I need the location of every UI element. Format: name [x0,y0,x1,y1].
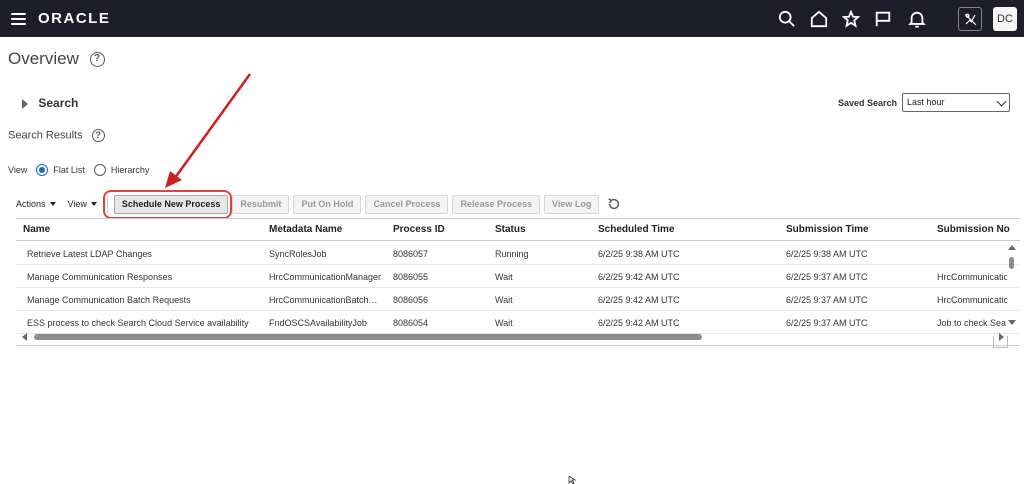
search-icon[interactable] [776,8,798,30]
table-row[interactable]: Manage Communication Responses HrcCommun… [16,265,1020,288]
table-horizontal-scrollbar[interactable] [20,333,1010,341]
cell-scheduled-time: 6/2/25 9:42 AM UTC [598,272,680,282]
column-header-scheduled-time[interactable]: Scheduled Time [598,224,675,235]
cell-process-id: 8086057 [393,249,429,259]
chevron-down-icon [996,96,1007,107]
view-menu[interactable]: View [68,199,97,209]
table-resize-corner[interactable] [993,336,1008,348]
caret-down-icon [49,202,56,206]
table-row[interactable]: Retrieve Latest LDAP Changes SyncRolesJo… [16,242,1020,265]
cell-status: Wait [495,295,513,305]
table-row[interactable]: ESS process to check Search Cloud Servic… [16,311,1020,334]
results-toolbar: Actions View Schedule New Process Resubm… [16,194,621,214]
actions-menu[interactable]: Actions [16,199,56,209]
cell-process-id: 8086055 [393,272,429,282]
flat-list-radio[interactable] [36,164,49,176]
expand-triangle-icon [22,98,28,109]
cell-name: ESS process to check Search Cloud Servic… [27,318,249,328]
cell-submission-notes: HrcCommunicatio [937,272,1007,282]
cancel-process-button[interactable]: Cancel Process [365,194,449,214]
cell-submission-time: 6/2/25 9:38 AM UTC [786,249,868,259]
cell-submission-time: 6/2/25 9:37 AM UTC [786,272,868,282]
hierarchy-radio[interactable] [93,164,106,176]
search-section-label: Search [38,96,79,110]
scrollbar-thumb[interactable] [1009,257,1014,269]
home-icon[interactable] [808,8,830,30]
user-avatar[interactable]: DC [993,7,1017,31]
scroll-up-arrow-icon[interactable] [1008,245,1016,250]
table-header: Name Metadata Name Process ID Status Sch… [16,218,1020,241]
cell-status: Wait [495,318,513,328]
flat-list-label[interactable]: Flat List [53,165,85,175]
mouse-cursor-icon [568,476,576,484]
favorites-star-icon[interactable] [840,8,862,30]
scrollbar-thumb[interactable] [34,334,702,340]
saved-search-value: Last hour [907,97,945,107]
column-header-name[interactable]: Name [23,224,50,235]
oracle-logo[interactable]: ORACLE [38,10,110,27]
notifications-bell-icon[interactable] [906,8,928,30]
refresh-icon[interactable] [607,197,621,211]
annotation-arrow [165,73,252,188]
resubmit-button[interactable]: Resubmit [232,194,290,214]
column-header-submission-notes[interactable]: Submission No [937,224,1010,235]
search-results-title: Search Results ? [8,129,105,142]
page-title: Overview ? [8,49,105,69]
search-results-text: Search Results [8,129,83,142]
cell-process-id: 8086056 [393,295,429,305]
page-title-text: Overview [8,49,79,68]
cell-submission-notes: HrcCommunicatio [937,295,1007,305]
cell-status: Wait [495,272,513,282]
top-navigation-bar: ORACLE DC [0,0,1024,37]
flag-icon[interactable] [872,8,894,30]
cell-metadata-name: HrcCommunicationManager [269,272,382,282]
column-header-submission-time[interactable]: Submission Time [786,224,869,235]
menu-icon[interactable] [11,13,26,25]
cell-metadata-name: FndOSCSAvailabilityJob [269,318,367,328]
cell-name: Retrieve Latest LDAP Changes [27,249,152,259]
cell-metadata-name: SyncRolesJob [269,249,327,259]
accessibility-icon[interactable] [958,7,982,31]
cell-submission-time: 6/2/25 9:37 AM UTC [786,295,868,305]
saved-search-label: Saved Search [838,98,898,108]
cell-scheduled-time: 6/2/25 9:42 AM UTC [598,295,680,305]
cell-process-id: 8086054 [393,318,429,328]
table-vertical-scrollbar[interactable] [1006,245,1016,327]
scroll-down-arrow-icon[interactable] [1008,320,1016,325]
cell-submission-notes: Job to check Sea [937,318,1007,328]
scroll-left-arrow-icon[interactable] [22,333,27,341]
table-row[interactable]: Manage Communication Batch Requests HrcC… [16,288,1020,311]
processes-table: Name Metadata Name Process ID Status Sch… [16,218,1020,346]
column-header-process-id[interactable]: Process ID [393,224,445,235]
hierarchy-label[interactable]: Hierarchy [111,165,150,175]
column-header-metadata-name[interactable]: Metadata Name [269,224,342,235]
cell-scheduled-time: 6/2/25 9:42 AM UTC [598,318,680,328]
release-process-button[interactable]: Release Process [452,194,541,214]
cell-name: Manage Communication Responses [27,272,173,282]
view-mode-label: View [8,165,28,175]
cell-submission-time: 6/2/25 9:37 AM UTC [786,318,868,328]
cell-metadata-name: HrcCommunicationBatch… [269,295,378,305]
cell-scheduled-time: 6/2/25 9:38 AM UTC [598,249,680,259]
cell-name: Manage Communication Batch Requests [27,295,191,305]
help-icon[interactable]: ? [89,52,105,68]
search-section-toggle[interactable]: Search [22,96,78,110]
view-log-button[interactable]: View Log [544,194,600,214]
saved-search-select[interactable]: Last hour [902,93,1010,112]
toolbar-divider [106,196,108,212]
actions-menu-label: Actions [16,199,46,209]
column-header-status[interactable]: Status [495,224,526,235]
put-on-hold-button[interactable]: Put On Hold [293,194,362,214]
cell-status: Running [495,249,529,259]
schedule-new-process-button[interactable]: Schedule New Process [113,194,229,214]
help-icon[interactable]: ? [91,129,105,142]
view-menu-label: View [67,199,87,209]
view-mode-radio-group: View Flat List Hierarchy [8,164,149,176]
caret-down-icon [90,202,97,206]
